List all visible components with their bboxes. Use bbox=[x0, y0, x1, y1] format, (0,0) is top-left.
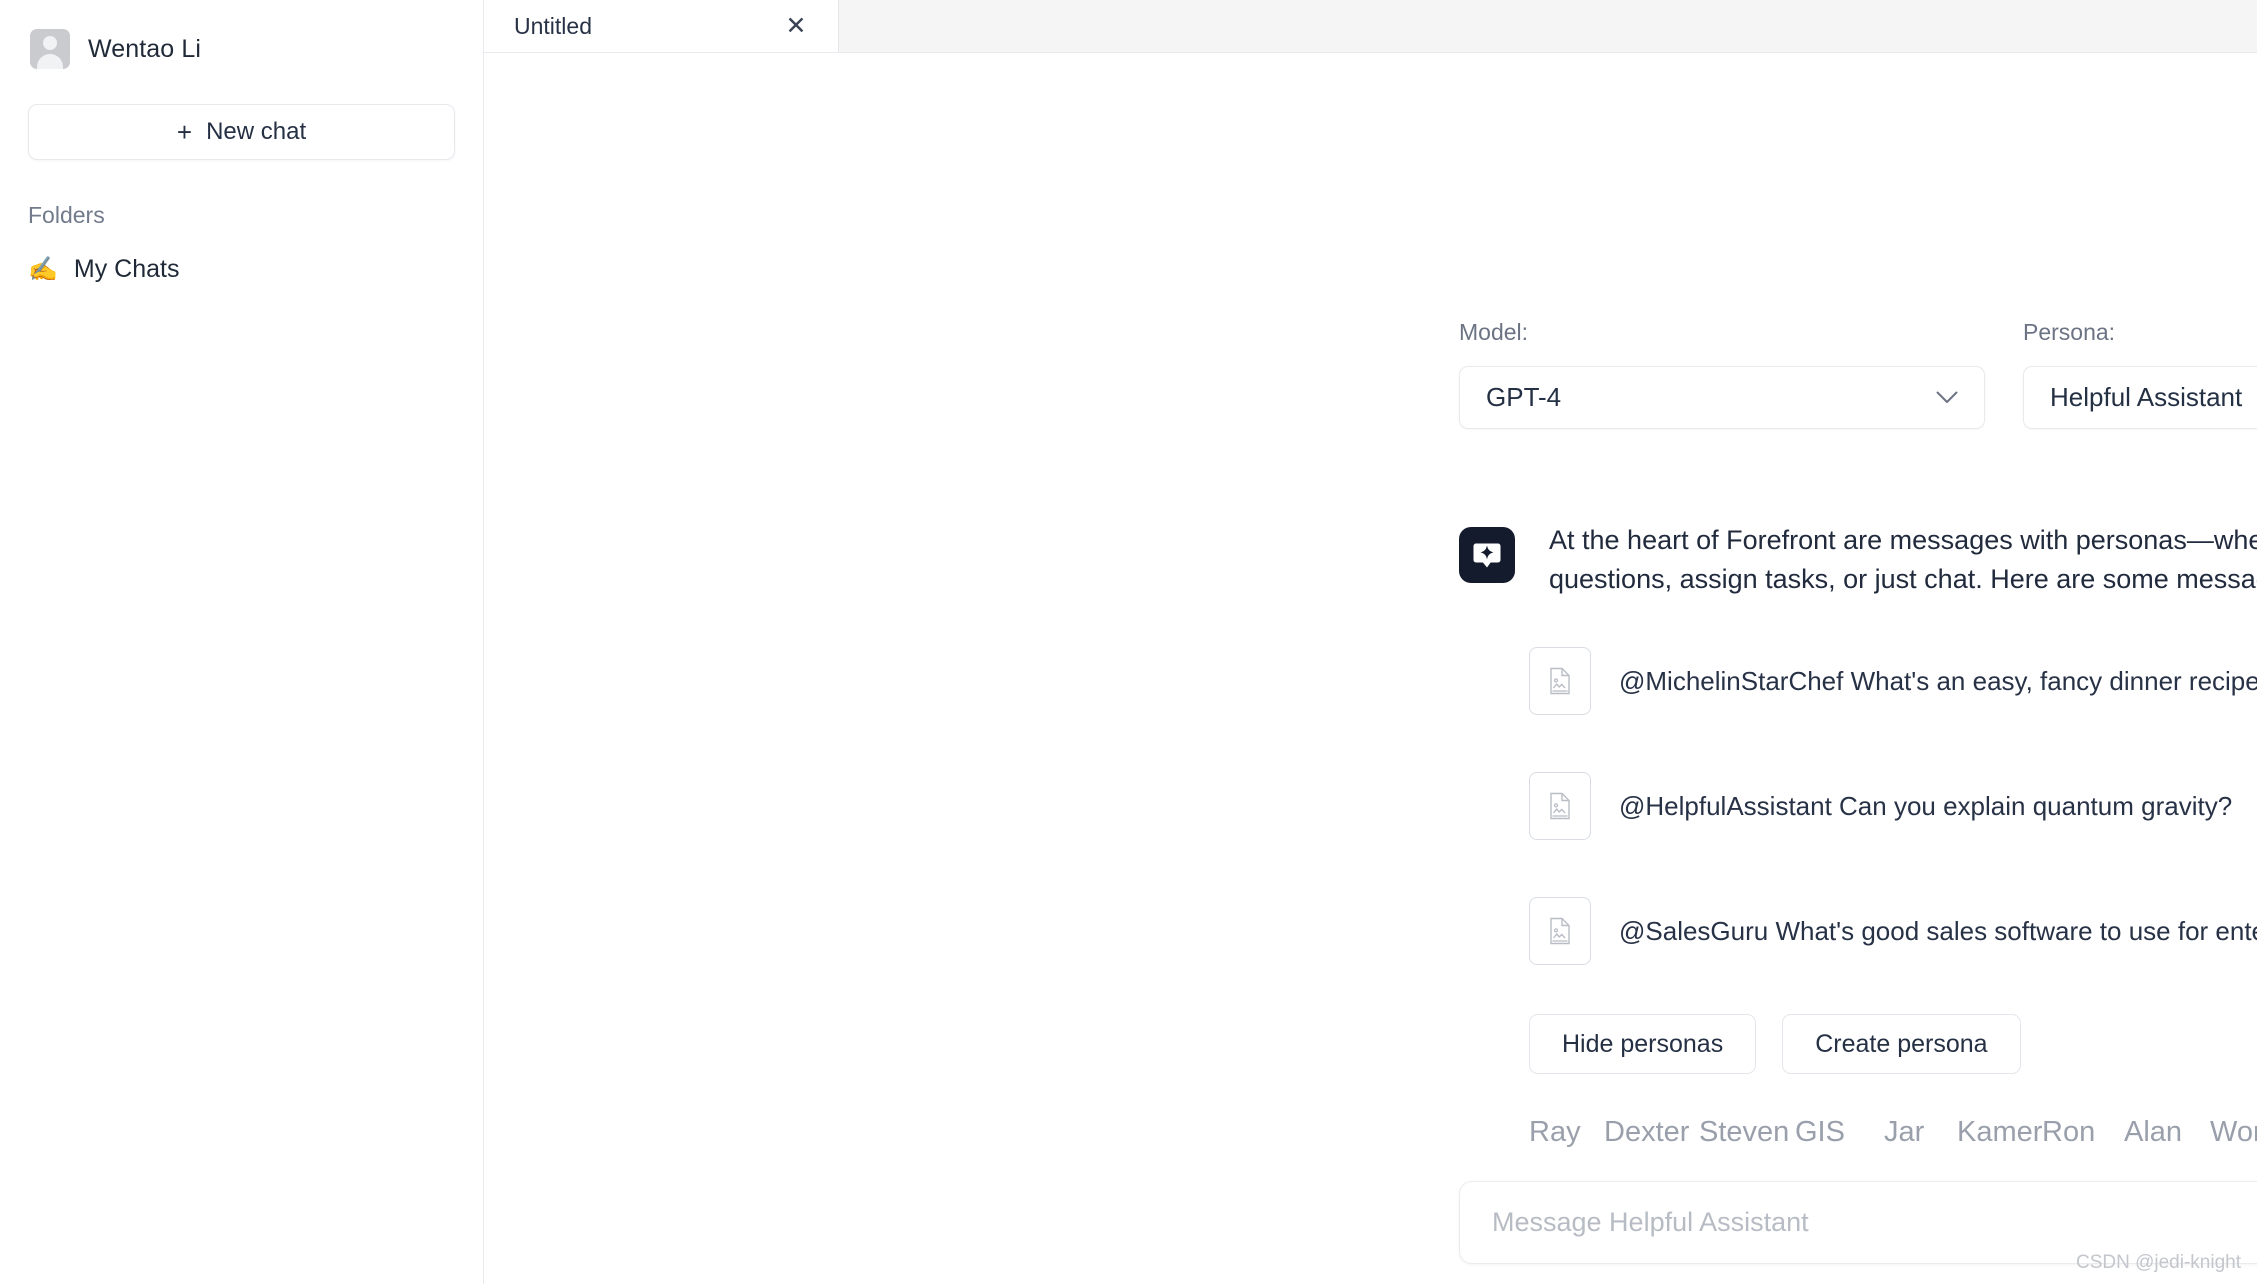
persona-chip-jar[interactable]: Jar bbox=[1884, 1116, 1924, 1149]
user-avatar-icon bbox=[30, 29, 70, 69]
sidebar-folder-my-chats[interactable]: ✍️ My Chats bbox=[28, 255, 483, 284]
user-name: Wentao Li bbox=[88, 34, 202, 63]
persona-label: Persona: bbox=[2023, 319, 2116, 345]
intro-text: At the heart of Forefront are messages w… bbox=[1549, 525, 2257, 595]
tab-title: Untitled bbox=[514, 12, 592, 39]
persona-chip-wonder[interactable]: Wonder bbox=[2210, 1116, 2257, 1149]
persona-chip-gis[interactable]: GIS bbox=[1795, 1116, 1845, 1149]
user-profile-row[interactable]: Wentao Li bbox=[0, 0, 483, 76]
folder-label: My Chats bbox=[73, 255, 180, 283]
persona-chip-kamer[interactable]: Kamer bbox=[1957, 1116, 2042, 1149]
persona-chip-ray[interactable]: Ray bbox=[1529, 1116, 1581, 1149]
tab-bar: Untitled ✕ bbox=[484, 0, 2257, 53]
message-input[interactable] bbox=[1492, 1207, 2257, 1238]
broken-image-icon bbox=[1529, 647, 1591, 716]
chat-content: Model: GPT-4 Persona: Helpful Assistant bbox=[484, 53, 2257, 1284]
chat-center-column: Model: GPT-4 Persona: Helpful Assistant bbox=[1459, 319, 2257, 1162]
suggestion-text: @SalesGuru What's good sales software to… bbox=[1619, 915, 2257, 946]
new-chat-button[interactable]: + New chat bbox=[28, 104, 455, 160]
broken-image-icon bbox=[1529, 772, 1591, 841]
persona-button-row: Hide personas Create persona bbox=[1529, 1014, 2257, 1075]
persona-chip-ron[interactable]: Ron bbox=[2042, 1116, 2095, 1149]
model-value: GPT-4 bbox=[1486, 382, 1562, 412]
folders-section-label: Folders bbox=[28, 202, 105, 228]
chevron-down-icon bbox=[1936, 391, 1958, 405]
suggestion-text: @HelpfulAssistant Can you explain quantu… bbox=[1619, 790, 2233, 821]
suggestion-item[interactable]: @HelpfulAssistant Can you explain quantu… bbox=[1529, 772, 2257, 841]
intro-message: At the heart of Forefront are messages w… bbox=[1459, 521, 2257, 599]
model-label: Model: bbox=[1459, 319, 1529, 345]
plus-icon: + bbox=[176, 117, 193, 147]
selector-row: Model: GPT-4 Persona: Helpful Assistant bbox=[1459, 319, 2257, 429]
hide-personas-button[interactable]: Hide personas bbox=[1529, 1014, 1757, 1075]
persona-select[interactable]: Helpful Assistant bbox=[2023, 366, 2257, 429]
persona-chip-steven[interactable]: Steven bbox=[1699, 1116, 1789, 1149]
sidebar: Wentao Li + New chat Folders ✍️ My Chats bbox=[0, 0, 484, 1284]
new-chat-label: New chat bbox=[206, 118, 307, 145]
persona-chip-alan[interactable]: Alan bbox=[2124, 1116, 2182, 1149]
watermark: CSDN @jedi-knight bbox=[2075, 1252, 2241, 1273]
main-area: Untitled ✕ Model: GPT-4 Persona: Helpful… bbox=[484, 0, 2257, 1284]
broken-image-icon bbox=[1529, 897, 1591, 966]
persona-selector-group: Persona: Helpful Assistant bbox=[2023, 319, 2257, 429]
persona-value: Helpful Assistant bbox=[2050, 382, 2243, 412]
tab-untitled[interactable]: Untitled ✕ bbox=[484, 0, 839, 52]
forefront-sparkle-logo bbox=[1459, 527, 1515, 583]
writing-hand-icon: ✍️ bbox=[28, 255, 58, 283]
app-window: Wentao Li + New chat Folders ✍️ My Chats… bbox=[0, 0, 2257, 1284]
suggestion-list: @MichelinStarChef What's an easy, fancy … bbox=[1529, 647, 2257, 966]
persona-chip-dexter[interactable]: Dexter bbox=[1604, 1116, 1689, 1149]
suggestion-text: @MichelinStarChef What's an easy, fancy … bbox=[1619, 665, 2257, 696]
persona-name-strip: Ray Dexter Steven GIS Jar Kamer Ron Alan… bbox=[1529, 1116, 2257, 1162]
model-select[interactable]: GPT-4 bbox=[1459, 366, 1985, 429]
model-selector-group: Model: GPT-4 bbox=[1459, 319, 1985, 429]
create-persona-button[interactable]: Create persona bbox=[1782, 1014, 2021, 1075]
close-icon[interactable]: ✕ bbox=[782, 13, 810, 39]
suggestion-item[interactable]: @SalesGuru What's good sales software to… bbox=[1529, 897, 2257, 966]
suggestion-item[interactable]: @MichelinStarChef What's an easy, fancy … bbox=[1529, 647, 2257, 716]
